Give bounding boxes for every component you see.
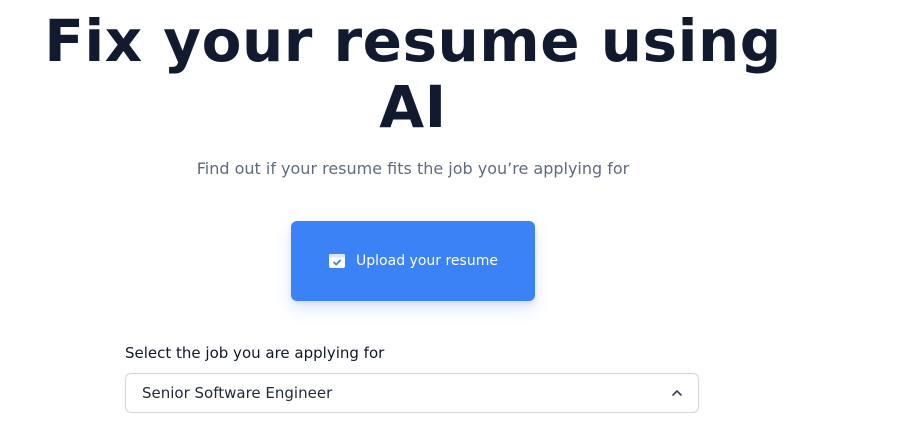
chevron-up-icon — [670, 386, 684, 400]
page-subtitle: Find out if your resume fits the job you… — [196, 159, 630, 178]
job-select-dropdown[interactable]: Senior Software Engineer — [125, 373, 699, 413]
job-select-value: Senior Software Engineer — [142, 384, 333, 402]
page: Fix your resume using AI Find out if you… — [0, 0, 921, 424]
file-upload-icon — [328, 252, 346, 270]
page-title-line-2: AI — [379, 73, 447, 141]
upload-resume-label: Upload your resume — [356, 253, 498, 269]
job-select-label: Select the job you are applying for — [125, 344, 385, 362]
page-title: Fix your resume using AI — [0, 8, 826, 140]
upload-resume-button[interactable]: Upload your resume — [291, 221, 535, 301]
page-title-line-1: Fix your resume using — [44, 7, 782, 75]
